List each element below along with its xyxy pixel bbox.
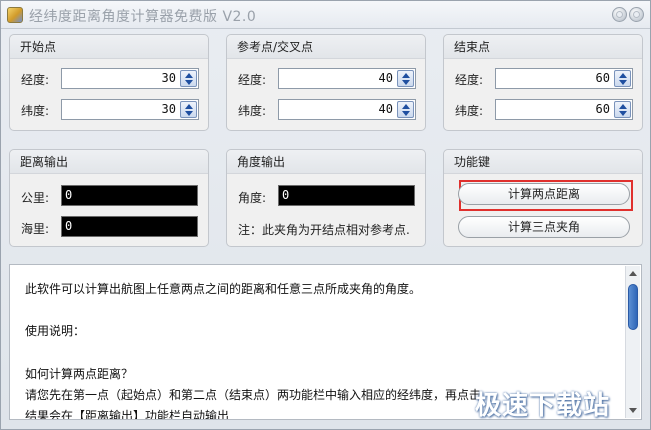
angle-label: 角度: [238,191,267,205]
spin-up-icon[interactable] [402,73,410,78]
help-line: 如何计算两点距离？ [25,367,134,381]
distance-output-title: 距离输出 [10,150,208,174]
distance-output-group: 距离输出 公里: 0 海里: 0 [9,149,209,247]
end-lat-value: 60 [595,102,610,116]
calc-distance-button[interactable]: 计算两点距离 [458,183,630,205]
function-keys-title: 功能键 [444,150,642,174]
end-point-title: 结束点 [444,35,642,59]
ref-lat-label: 纬度: [238,104,267,118]
end-point-group: 结束点 经度: 60 纬度: 60 [443,34,643,131]
angle-output-group: 角度输出 角度: 0 注：此夹角为开结点相对参考点. [226,149,426,247]
spin-down-icon[interactable] [402,80,410,85]
spin-down-icon[interactable] [185,111,193,116]
end-lon-stepper[interactable]: 60 [495,68,633,89]
watermark: 极速下载站 [475,391,611,421]
title-bar[interactable]: 经纬度距离角度计算器免费版 V2.0 [1,1,650,29]
start-point-title: 开始点 [10,35,208,59]
window-title: 经纬度距离角度计算器免费版 V2.0 [29,9,257,25]
spin-down-icon[interactable] [619,80,627,85]
end-lat-label: 纬度: [455,104,484,118]
ref-lat-stepper[interactable]: 40 [278,99,416,120]
nmi-output[interactable]: 0 [61,216,198,237]
help-line: 使用说明： [25,324,86,338]
end-lat-spin-buttons[interactable] [614,101,631,118]
start-lat-value: 30 [161,102,176,116]
end-lon-value: 60 [595,71,610,85]
ref-lon-label: 经度: [238,73,267,87]
app-window: 经纬度距离角度计算器免费版 V2.0 开始点 经度: 30 纬度: 30 参考点… [0,0,651,430]
ref-lon-stepper[interactable]: 40 [278,68,416,89]
scroll-up-icon[interactable] [629,271,637,276]
help-line: 此软件可以计算出航图上任意两点之间的距离和任意三点所成夹角的角度。 [25,282,422,296]
ref-lat-spin-buttons[interactable] [397,101,414,118]
spin-down-icon[interactable] [619,111,627,116]
start-point-group: 开始点 经度: 30 纬度: 30 [9,34,209,131]
end-lat-stepper[interactable]: 60 [495,99,633,120]
km-output[interactable]: 0 [61,185,198,206]
ref-lon-spin-buttons[interactable] [397,70,414,87]
close-icon [633,11,640,18]
km-label: 公里: [21,191,50,205]
minimize-icon [616,11,623,18]
end-lon-spin-buttons[interactable] [614,70,631,87]
vertical-scrollbar[interactable] [625,266,640,418]
scroll-thumb[interactable] [628,284,638,330]
function-keys-group: 功能键 计算两点距离 计算三点夹角 [443,149,643,247]
spin-up-icon[interactable] [619,73,627,78]
ref-lon-value: 40 [378,71,393,85]
reference-point-group: 参考点/交叉点 经度: 40 纬度: 40 [226,34,426,131]
ref-lat-value: 40 [378,102,393,116]
reference-point-title: 参考点/交叉点 [227,35,425,59]
scroll-down-icon[interactable] [629,408,637,413]
spin-up-icon[interactable] [185,73,193,78]
angle-output[interactable]: 0 [278,185,415,206]
start-lat-stepper[interactable]: 30 [61,99,199,120]
angle-note: 注：此夹角为开结点相对参考点. [238,223,410,237]
calc-angle-button[interactable]: 计算三点夹角 [458,216,630,238]
spin-down-icon[interactable] [185,80,193,85]
spin-up-icon[interactable] [619,104,627,109]
help-line: 请您先在第一点（起始点）和第二点（结束点）两功能栏中输入相应的经纬度，再点击 [25,388,482,402]
spin-up-icon[interactable] [185,104,193,109]
start-lat-spin-buttons[interactable] [180,101,197,118]
start-lon-label: 经度: [21,73,50,87]
end-lon-label: 经度: [455,73,484,87]
minimize-button[interactable] [612,7,627,22]
close-button[interactable] [629,7,644,22]
help-line: 结果会在【距离输出】功能栏自动输出 [25,409,230,420]
spin-down-icon[interactable] [402,111,410,116]
start-lat-label: 纬度: [21,104,50,118]
nmi-label: 海里: [21,222,50,236]
start-lon-spin-buttons[interactable] [180,70,197,87]
angle-output-title: 角度输出 [227,150,425,174]
spin-up-icon[interactable] [402,104,410,109]
app-icon [7,7,23,23]
start-lon-stepper[interactable]: 30 [61,68,199,89]
start-lon-value: 30 [161,71,176,85]
